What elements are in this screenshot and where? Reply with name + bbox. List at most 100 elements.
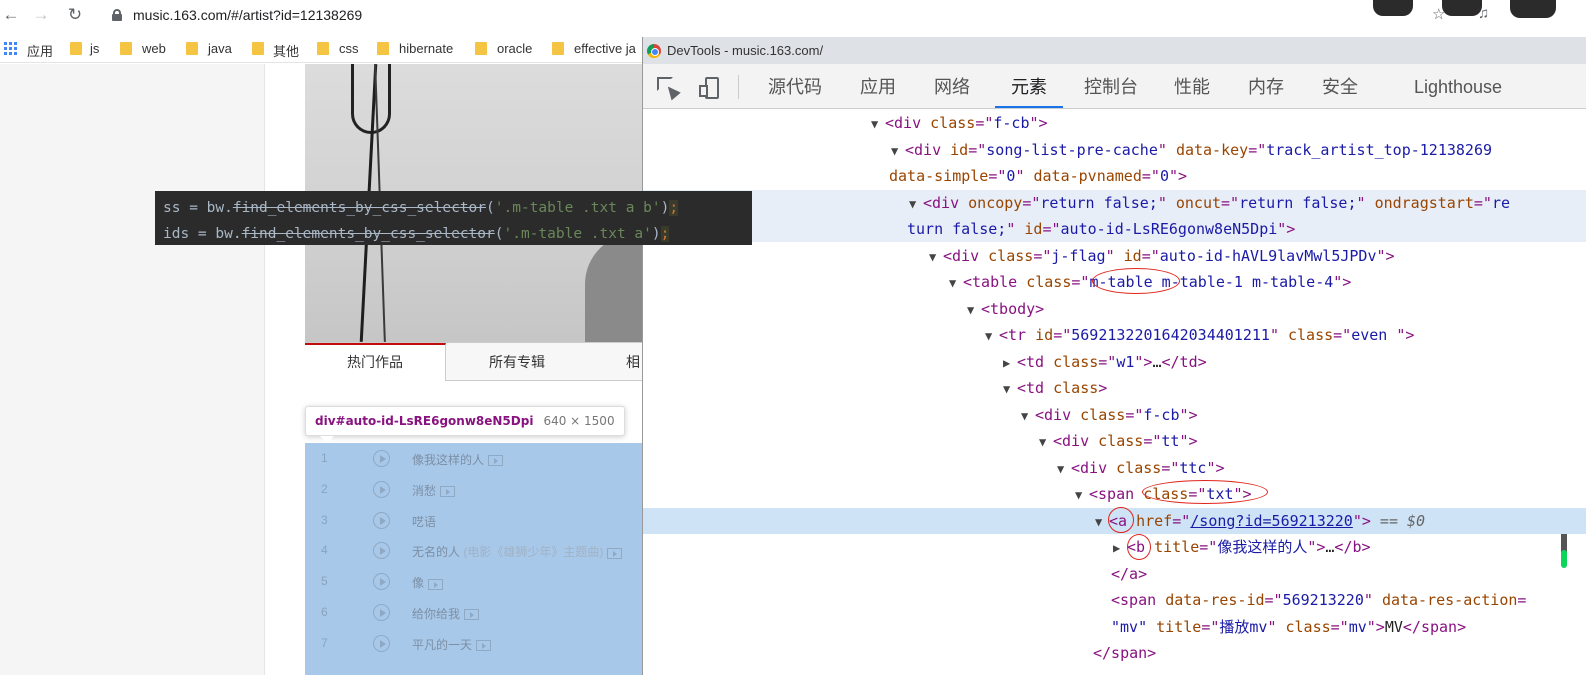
play-icon[interactable] bbox=[373, 573, 390, 591]
song-row[interactable]: 1 像我这样的人 bbox=[305, 443, 642, 474]
dom-token: class bbox=[1098, 432, 1144, 450]
song-list-highlight: 1 像我这样的人 2 消愁 3 呓语 4 无名的人 (电影《雄狮少年》主题曲) 5 像 6 给你给我 7… bbox=[305, 443, 642, 675]
play-icon[interactable] bbox=[373, 450, 390, 467]
bookmark-js[interactable]: js bbox=[90, 41, 99, 56]
annotation-circle-class-txt bbox=[1142, 480, 1268, 504]
mv-icon[interactable] bbox=[440, 486, 456, 498]
toolbar-divider bbox=[738, 75, 739, 99]
bookmark-apps[interactable]: 应用 bbox=[27, 41, 53, 60]
dom-token: 5692132201642034401211 bbox=[1071, 326, 1270, 344]
collapse-triangle-icon[interactable]: ▶ bbox=[1113, 535, 1127, 561]
tab-related[interactable]: 相 bbox=[623, 343, 643, 381]
tab-all-albums[interactable]: 所有专辑 bbox=[447, 343, 587, 381]
device-toolbar-icon[interactable] bbox=[699, 77, 721, 99]
song-row[interactable]: 5像 bbox=[305, 566, 642, 597]
song-title[interactable]: 像 bbox=[412, 574, 444, 591]
extension-icon[interactable] bbox=[1373, 0, 1413, 16]
song-row[interactable]: 4 无名的人 (电影《雄狮少年》主题曲) bbox=[305, 535, 642, 566]
expand-triangle-icon[interactable]: ▼ bbox=[871, 111, 885, 137]
expand-triangle-icon[interactable]: ▼ bbox=[1075, 482, 1089, 508]
collapse-triangle-icon[interactable]: ▶ bbox=[1003, 350, 1017, 376]
dom-node-line[interactable]: turn false;" id="auto-id-LsRE6gonw8eN5Dp… bbox=[643, 216, 1586, 242]
expand-triangle-icon[interactable]: ▼ bbox=[891, 138, 905, 164]
tooltip-size: 640 × 1500 bbox=[543, 414, 615, 428]
tab-console[interactable]: 控制台 bbox=[1075, 64, 1147, 108]
mv-icon[interactable] bbox=[607, 547, 623, 559]
play-icon[interactable] bbox=[373, 511, 390, 529]
song-row[interactable]: 3 呓语 bbox=[305, 505, 642, 536]
tooltip-arrow bbox=[320, 436, 334, 443]
dom-token: =" bbox=[1172, 511, 1191, 530]
dom-token: class bbox=[1080, 405, 1126, 424]
play-icon[interactable] bbox=[373, 604, 390, 621]
dom-token: class bbox=[1285, 617, 1331, 636]
tab-sources[interactable]: 源代码 bbox=[759, 64, 831, 108]
play-icon[interactable] bbox=[373, 480, 390, 498]
dom-token: mv bbox=[1348, 617, 1367, 636]
inspect-element-icon[interactable] bbox=[657, 77, 681, 101]
expand-triangle-icon[interactable]: ▼ bbox=[949, 270, 963, 296]
bookmark-other[interactable]: 其他 bbox=[273, 41, 299, 60]
dom-token: <tbody> bbox=[981, 299, 1045, 318]
bookmark-web[interactable]: web bbox=[142, 41, 166, 56]
menu-icon[interactable] bbox=[1510, 0, 1556, 18]
tab-network[interactable]: 网络 bbox=[925, 64, 979, 108]
song-title[interactable]: 呓语 bbox=[412, 513, 436, 530]
expand-triangle-icon[interactable]: ▼ bbox=[1003, 376, 1017, 402]
song-row[interactable]: 2 消愁 bbox=[305, 474, 642, 505]
expand-triangle-icon[interactable]: ▼ bbox=[1021, 403, 1035, 429]
folder-icon bbox=[317, 42, 329, 55]
elements-dom-tree[interactable]: ••• ▼<div class="f-cb">▼<div id="song-li… bbox=[643, 110, 1586, 675]
expand-triangle-icon[interactable]: ▼ bbox=[1095, 509, 1109, 535]
dom-node-line[interactable]: ▼ <div oncopy="return false;" oncut="retu… bbox=[643, 189, 1586, 217]
expand-triangle-icon[interactable]: ▼ bbox=[1057, 456, 1071, 482]
back-arrow-icon[interactable]: ← bbox=[0, 4, 22, 26]
reload-icon[interactable]: ↻ bbox=[64, 4, 86, 26]
expand-triangle-icon[interactable]: ▼ bbox=[929, 244, 943, 270]
dom-token: ttc bbox=[1179, 458, 1207, 477]
bookmark-java[interactable]: java bbox=[208, 41, 232, 56]
expand-triangle-icon[interactable]: ▼ bbox=[909, 191, 923, 217]
dom-token: oncut bbox=[1175, 193, 1222, 212]
window-icon[interactable] bbox=[1442, 0, 1482, 16]
bookmark-css[interactable]: css bbox=[339, 41, 359, 56]
mv-icon[interactable] bbox=[464, 609, 480, 621]
expand-triangle-icon[interactable]: ▼ bbox=[967, 297, 981, 323]
song-title[interactable]: 消愁 bbox=[412, 482, 456, 499]
tab-lighthouse[interactable]: Lighthouse bbox=[1403, 64, 1513, 108]
expand-triangle-icon[interactable]: ▼ bbox=[1039, 429, 1053, 455]
forward-arrow-icon[interactable]: → bbox=[30, 4, 52, 26]
song-title[interactable]: 平凡的一天 bbox=[412, 636, 492, 653]
song-row[interactable]: 7 平凡的一天 bbox=[305, 628, 642, 659]
lock-icon[interactable] bbox=[112, 9, 122, 21]
song-title[interactable]: 像我这样的人 bbox=[412, 451, 504, 468]
dom-token: tt bbox=[1161, 432, 1180, 450]
expand-triangle-icon[interactable]: ▼ bbox=[985, 323, 999, 349]
play-icon[interactable] bbox=[373, 542, 390, 560]
mv-icon[interactable] bbox=[428, 578, 444, 590]
play-icon[interactable] bbox=[373, 634, 390, 652]
media-icon[interactable]: ♫ bbox=[1478, 5, 1489, 22]
tab-application[interactable]: 应用 bbox=[851, 64, 905, 108]
dom-token: " bbox=[1356, 193, 1375, 212]
tab-memory[interactable]: 内存 bbox=[1239, 64, 1293, 108]
apps-grid-icon[interactable] bbox=[4, 42, 17, 55]
bookmark-oracle[interactable]: oracle bbox=[497, 41, 532, 56]
tab-hot-works[interactable]: 热门作品 bbox=[305, 343, 446, 381]
mv-icon[interactable] bbox=[488, 455, 504, 467]
dom-token: =" bbox=[1143, 432, 1162, 450]
song-number: 7 bbox=[321, 635, 328, 650]
bookmark-hibernate[interactable]: hibernate bbox=[399, 41, 453, 56]
scroll-marker bbox=[1561, 550, 1567, 568]
dom-token: <div bbox=[1035, 405, 1081, 424]
song-title[interactable]: 给你给我 bbox=[412, 605, 480, 622]
url-text[interactable]: music.163.com/#/artist?id=12138269 bbox=[133, 7, 362, 23]
tab-performance[interactable]: 性能 bbox=[1165, 64, 1219, 108]
bookmark-effective-java[interactable]: effective ja bbox=[574, 41, 636, 56]
song-title[interactable]: 无名的人 (电影《雄狮少年》主题曲) bbox=[412, 543, 623, 560]
tab-elements[interactable]: 元素 bbox=[995, 64, 1063, 108]
tab-security[interactable]: 安全 bbox=[1313, 64, 1367, 108]
mv-icon[interactable] bbox=[476, 640, 492, 652]
dom-token: "> bbox=[1333, 273, 1352, 291]
song-row[interactable]: 6 给你给我 bbox=[305, 597, 642, 628]
